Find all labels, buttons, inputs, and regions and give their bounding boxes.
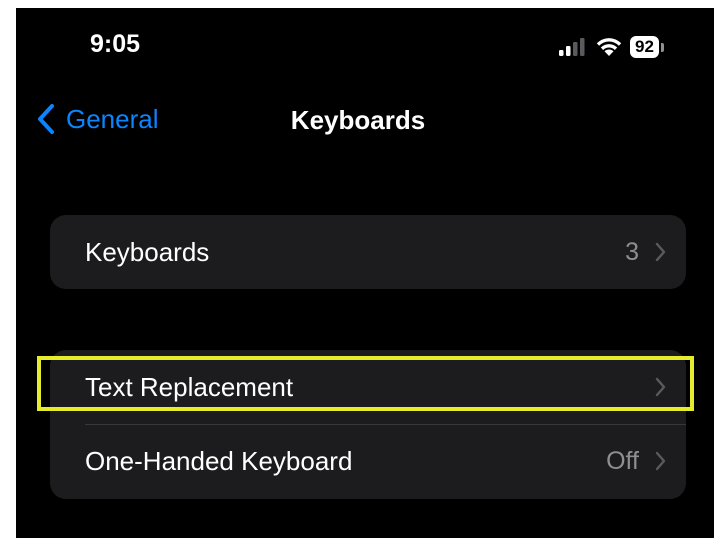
cellular-signal-icon	[559, 38, 585, 56]
settings-group-options: Text Replacement One-Handed Keyboard Off	[50, 350, 686, 499]
row-label: Keyboards	[85, 236, 210, 267]
row-accessory: Off	[606, 447, 666, 476]
page-title: Keyboards	[290, 105, 426, 135]
battery-percent: 92	[630, 36, 659, 58]
battery-nub	[660, 42, 664, 52]
settings-screen: 9:05 92 General Keyboards Keyboards 3 Te…	[16, 8, 714, 538]
row-value: Off	[606, 446, 639, 475]
row-accessory: 3	[625, 238, 666, 267]
wifi-icon	[596, 38, 622, 56]
row-one-handed-keyboard[interactable]: One-Handed Keyboard Off	[50, 424, 686, 498]
row-keyboards[interactable]: Keyboards 3	[50, 215, 686, 289]
row-label: One-Handed Keyboard	[85, 445, 353, 476]
settings-group-keyboards: Keyboards 3	[50, 215, 686, 289]
row-text-replacement[interactable]: Text Replacement	[50, 350, 686, 424]
chevron-right-icon	[655, 451, 666, 471]
row-label: Text Replacement	[85, 371, 294, 402]
battery-icon: 92	[630, 35, 664, 59]
status-bar: 9:05 92	[16, 8, 714, 78]
status-time: 9:05	[90, 30, 141, 58]
row-value: 3	[625, 237, 639, 266]
row-accessory	[655, 377, 666, 397]
chevron-right-icon	[655, 242, 666, 262]
chevron-right-icon	[655, 377, 666, 397]
navigation-bar: General Keyboards	[16, 88, 714, 148]
